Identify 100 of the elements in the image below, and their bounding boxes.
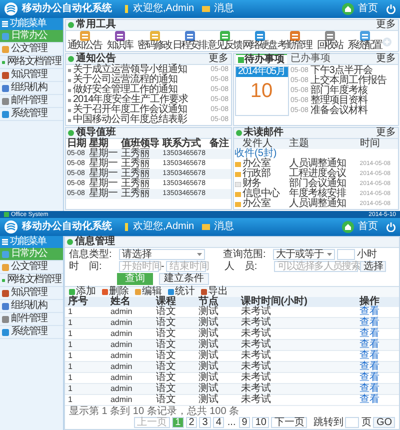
messages-link[interactable]: 消息: [214, 4, 234, 14]
view-link[interactable]: 查看: [360, 328, 380, 339]
table-cell: 星期一: [88, 169, 120, 179]
sidebar-item[interactable]: 网络文档管理: [0, 56, 63, 69]
next-page-button[interactable]: 下一页: [271, 417, 308, 428]
table-cell: 1: [65, 362, 108, 372]
view-link[interactable]: 查看: [360, 317, 380, 328]
tool-button[interactable]: 回收站: [312, 31, 347, 51]
notice-link[interactable]: 关于召开年度工作会议通知: [73, 105, 209, 115]
mail-subject-link[interactable]: 年度考核安排: [288, 189, 359, 199]
table-cell: 财务: [242, 179, 288, 189]
toolbar-button[interactable]: 编辑: [135, 287, 162, 297]
task-link[interactable]: 部门年度考核: [310, 86, 368, 96]
table-cell: 星期一: [88, 149, 120, 159]
view-link[interactable]: 查看: [360, 383, 380, 394]
table-cell: 语文: [152, 318, 196, 328]
page-input[interactable]: [345, 417, 360, 428]
sidebar-item[interactable]: 公文管理: [0, 261, 63, 274]
tab[interactable]: 已办事项: [288, 54, 332, 64]
table-cell: 王秀丽: [120, 189, 162, 199]
task-link[interactable]: 上交本周工作报告: [310, 76, 386, 86]
table-cell: 星期一: [88, 179, 120, 189]
tool-button[interactable]: 网络硬盘: [242, 31, 277, 51]
bullet-icon: [68, 130, 74, 136]
home-link[interactable]: 首页: [358, 4, 378, 14]
table-cell-text: 办公室: [242, 199, 272, 209]
tool-button[interactable]: 密码修改: [137, 31, 172, 51]
messages-link[interactable]: 消息: [214, 222, 234, 232]
notice-link[interactable]: 做好安全管理工作的通知: [73, 85, 209, 95]
page-button[interactable]: 10: [252, 417, 270, 428]
page-button[interactable]: 9: [238, 417, 250, 428]
more-link[interactable]: 更多: [376, 20, 396, 30]
table-cell: admin: [107, 328, 153, 340]
menu-icon: [2, 21, 8, 27]
more-link[interactable]: 更多: [376, 128, 396, 138]
tool-button[interactable]: 知识库: [102, 31, 137, 51]
sidebar-item[interactable]: 组织机构: [0, 82, 63, 95]
home-link[interactable]: 首页: [358, 222, 378, 232]
sidebar-item[interactable]: 知识管理: [0, 287, 63, 300]
tab[interactable]: 待办事项: [236, 54, 286, 64]
sidebar-item[interactable]: 知识管理: [0, 69, 63, 82]
toolbar-button[interactable]: 统计: [168, 287, 195, 297]
column-header: 操作: [356, 297, 399, 307]
sidebar-item[interactable]: 邮件管理: [0, 95, 63, 108]
range-select[interactable]: 大于或等于: [273, 249, 335, 260]
sidebar-title-text: 功能菜单: [10, 19, 46, 29]
table-cell: 测试: [195, 340, 238, 350]
view-link[interactable]: 查看: [360, 372, 380, 383]
bullet-icon: [67, 239, 73, 245]
view-link[interactable]: 查看: [360, 394, 380, 405]
sidebar-item[interactable]: 公文管理: [0, 43, 63, 56]
mail-subject-link[interactable]: 工程进度会议: [288, 169, 359, 179]
page-button[interactable]: 4: [212, 417, 224, 428]
task-link[interactable]: 准备会议材料: [310, 106, 368, 116]
bullet-icon: [68, 118, 71, 122]
view-link[interactable]: 查看: [360, 306, 380, 317]
mail-subject-link[interactable]: 人员调整通知: [288, 159, 359, 169]
tool-button[interactable]: 考勤管理: [277, 31, 312, 51]
task-link[interactable]: 整理项目资料: [310, 96, 368, 106]
calendar-day: 10: [250, 77, 273, 105]
notice-link[interactable]: 关于公司运营流程的通知: [73, 75, 209, 85]
table-cell: 1: [65, 394, 108, 406]
view-link[interactable]: 查看: [360, 350, 380, 361]
view-link[interactable]: 查看: [360, 339, 380, 350]
notice-link[interactable]: 关于成立运营领导小组通知: [73, 65, 209, 75]
reset-button[interactable]: 建立条件: [159, 273, 209, 285]
bullet-icon: [68, 78, 71, 82]
hours-input[interactable]: [337, 249, 355, 260]
caret-icon: [327, 253, 332, 256]
table-cell: 未考试: [238, 328, 356, 340]
go-button[interactable]: GO: [373, 417, 395, 428]
toolbar-button[interactable]: 导出: [201, 287, 228, 297]
task-link[interactable]: 下午3点半开会: [310, 66, 372, 76]
page-button[interactable]: 2: [186, 417, 198, 428]
tool-button[interactable]: 通知公告: [67, 31, 102, 51]
tool-button[interactable]: 意见反馈: [207, 31, 242, 51]
column-header: 值班领导: [120, 139, 162, 149]
notice-link[interactable]: 2014年度安全生产工作要求: [73, 95, 209, 105]
mail-subject-link[interactable]: 人员调整通知: [288, 199, 359, 209]
tool-button[interactable]: 日程安排: [172, 31, 207, 51]
table-cell: 测试: [195, 372, 238, 384]
app-title: 移动办公自动化系统: [22, 4, 112, 14]
sidebar-item[interactable]: 组织机构: [0, 300, 63, 313]
more-link[interactable]: 更多: [376, 54, 396, 64]
choose-button[interactable]: 选择: [360, 261, 386, 272]
more-link[interactable]: 更多: [208, 54, 228, 64]
column-header: 主题: [288, 139, 359, 149]
notice-link[interactable]: 中国移动公司年度总结表彰: [73, 115, 209, 125]
panel-title: 未读邮件: [244, 128, 284, 138]
sidebar-item[interactable]: 系统管理: [0, 108, 63, 121]
type-select[interactable]: 请选择: [119, 249, 205, 260]
sidebar-item[interactable]: 网络文档管理: [0, 274, 63, 287]
page-button[interactable]: 3: [199, 417, 211, 428]
sidebar-item[interactable]: 系统管理: [0, 326, 63, 339]
mail-subject-link[interactable]: 部门会议通知: [288, 179, 359, 189]
toolbar-button[interactable]: 删除: [102, 287, 129, 297]
sidebar-item[interactable]: 邮件管理: [0, 313, 63, 326]
view-link[interactable]: 查看: [360, 361, 380, 372]
tool-button[interactable]: 系统配置: [347, 31, 382, 51]
table-cell: 未考试: [238, 362, 356, 372]
